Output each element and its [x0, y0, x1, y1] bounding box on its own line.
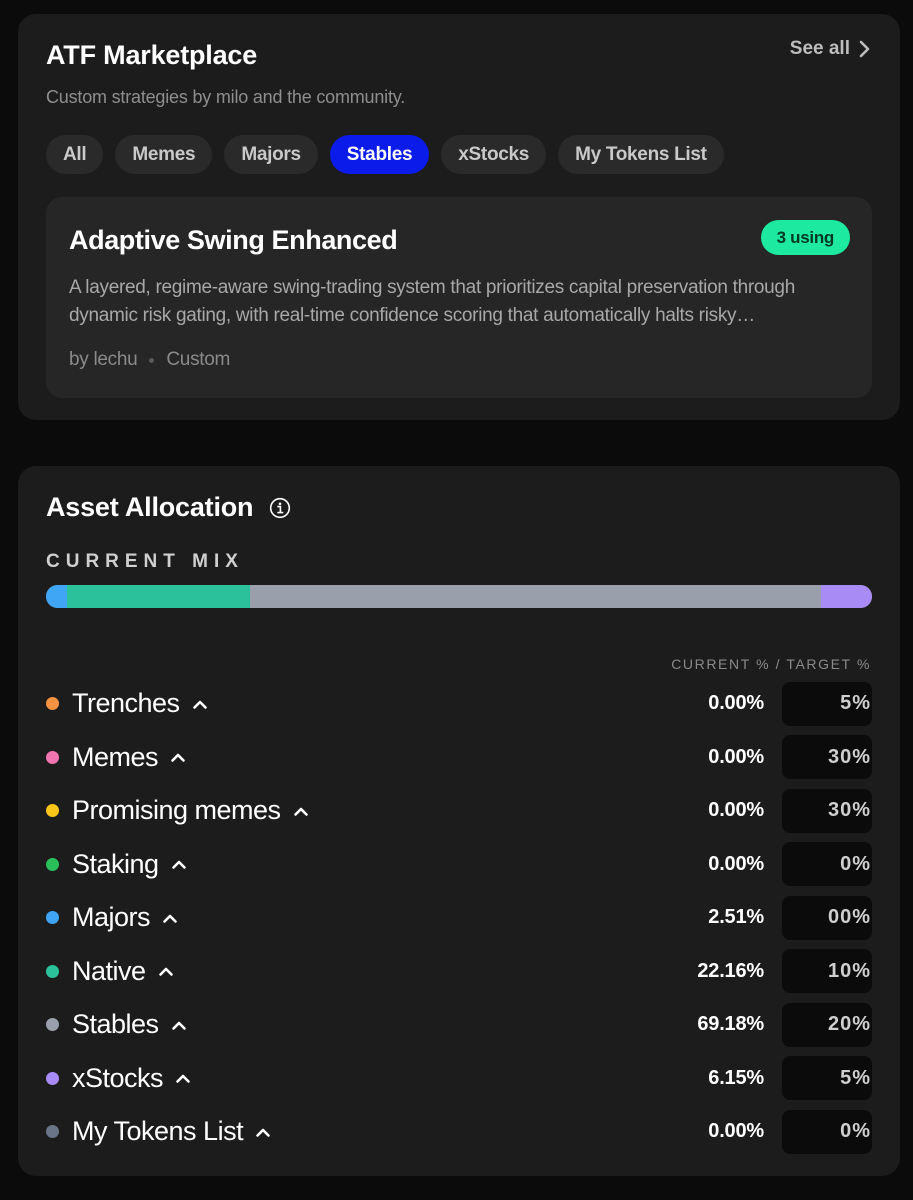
allocation-row-trenches[interactable]: Trenches 0.00% 5% [46, 677, 872, 731]
asset-allocation-card: Asset Allocation CURRENT MIX CURRENT % /… [18, 466, 900, 1176]
chip-memes[interactable]: Memes [115, 135, 213, 174]
category-name: My Tokens List [72, 1116, 244, 1147]
usage-badge: 3 using [760, 220, 850, 255]
current-mix-label: CURRENT MIX [46, 551, 244, 572]
target-percent-field[interactable]: 0% [782, 1109, 872, 1154]
category-name: Trenches [72, 688, 180, 719]
info-icon[interactable] [269, 497, 291, 519]
chip-all[interactable]: All [46, 135, 104, 174]
see-all-label: See all [789, 38, 850, 59]
mix-segment-stables [249, 585, 822, 608]
category-name: Staking [72, 848, 159, 879]
current-percent: 69.18% [697, 1013, 764, 1036]
category-name: Promising memes [72, 795, 281, 826]
category-color-dot [46, 1018, 59, 1032]
chip-majors[interactable]: Majors [224, 135, 318, 174]
current-percent: 0.00% [708, 692, 764, 715]
target-percent-field[interactable]: 10% [782, 949, 872, 994]
category-color-dot [46, 857, 59, 871]
mix-segment-native [66, 585, 250, 608]
chevron-up-icon[interactable] [162, 912, 178, 924]
current-percent: 2.51% [708, 906, 764, 929]
strategy-description: A layered, regime-aware swing-trading sy… [69, 277, 795, 326]
category-color-dot [46, 964, 59, 978]
marketplace-card: ATF Marketplace See all Custom strategie… [18, 14, 900, 420]
chevron-up-icon[interactable] [158, 965, 174, 977]
current-percent: 22.16% [697, 959, 764, 982]
current-percent: 0.00% [708, 1120, 764, 1143]
strategy-card[interactable]: Adaptive Swing Enhanced 3 using A layere… [46, 197, 872, 398]
category-color-dot [46, 750, 59, 764]
chevron-up-icon[interactable] [175, 1072, 191, 1084]
category-color-dot [46, 1071, 59, 1085]
target-percent-field[interactable]: 5% [782, 681, 872, 726]
chip-my-tokens-list[interactable]: My Tokens List [558, 135, 724, 174]
current-percent: 0.00% [708, 799, 764, 822]
strategy-title: Adaptive Swing Enhanced [69, 225, 398, 255]
category-chips: All Memes Majors Stables xStocks My Toke… [46, 135, 724, 174]
chevron-up-icon[interactable] [171, 858, 187, 870]
marketplace-subtitle: Custom strategies by milo and the commun… [46, 87, 406, 107]
chevron-up-icon[interactable] [192, 698, 208, 710]
category-color-dot [46, 804, 59, 818]
target-percent-field[interactable]: 00% [782, 895, 872, 940]
allocation-row-stables[interactable]: Stables 69.18% 20% [46, 998, 872, 1052]
allocation-row-staking[interactable]: Staking 0.00% 0% [46, 838, 872, 892]
target-percent-field[interactable]: 5% [782, 1056, 872, 1101]
category-name: Stables [72, 1009, 159, 1040]
strategy-type: Custom [166, 349, 231, 370]
allocation-title: Asset Allocation [46, 492, 291, 523]
allocation-row-majors[interactable]: Majors 2.51% 00% [46, 891, 872, 945]
allocation-row-promising-memes[interactable]: Promising memes 0.00% 30% [46, 784, 872, 838]
allocation-list: Trenches 0.00% 5% Memes 0.00% 30% Promising me… [46, 677, 872, 1159]
chevron-up-icon[interactable] [293, 805, 309, 817]
allocation-row-xstocks[interactable]: xStocks 6.15% 5% [46, 1052, 872, 1106]
category-name: Memes [72, 741, 159, 772]
target-percent-field[interactable]: 20% [782, 1002, 872, 1047]
target-percent-field[interactable]: 30% [782, 788, 872, 833]
current-mix-bar [46, 585, 872, 608]
category-color-dot [46, 697, 59, 711]
category-color-dot [46, 911, 59, 925]
category-name: Native [72, 955, 146, 986]
mix-segment-majors [46, 585, 67, 608]
chip-stables[interactable]: Stables [329, 135, 430, 174]
current-percent: 6.15% [708, 1066, 764, 1089]
allocation-row-native[interactable]: Native 22.16% 10% [46, 945, 872, 999]
allocation-row-memes[interactable]: Memes 0.00% 30% [46, 731, 872, 785]
column-header: CURRENT % / TARGET % [671, 656, 871, 672]
strategy-meta: by lechu Custom [69, 349, 230, 371]
see-all-link[interactable]: See all [790, 38, 870, 60]
chevron-up-icon[interactable] [170, 751, 186, 763]
category-name: Majors [72, 902, 151, 933]
target-percent-field[interactable]: 30% [782, 735, 872, 780]
category-color-dot [46, 1125, 59, 1139]
marketplace-title: ATF Marketplace [46, 40, 258, 70]
chevron-up-icon[interactable] [255, 1126, 271, 1138]
allocation-row-my-tokens-list[interactable]: My Tokens List 0.00% 0% [46, 1105, 872, 1159]
category-name: xStocks [72, 1062, 164, 1093]
chevron-up-icon[interactable] [171, 1019, 187, 1031]
meta-separator [149, 357, 155, 363]
strategy-author: by lechu [69, 349, 138, 370]
current-percent: 0.00% [708, 745, 764, 768]
target-percent-field[interactable]: 0% [782, 842, 872, 887]
mix-segment-xstocks [821, 585, 872, 608]
chevron-right-icon [859, 40, 870, 58]
current-percent: 0.00% [708, 852, 764, 875]
chip-xstocks[interactable]: xStocks [441, 135, 547, 174]
allocation-title-text: Asset Allocation [46, 492, 254, 522]
